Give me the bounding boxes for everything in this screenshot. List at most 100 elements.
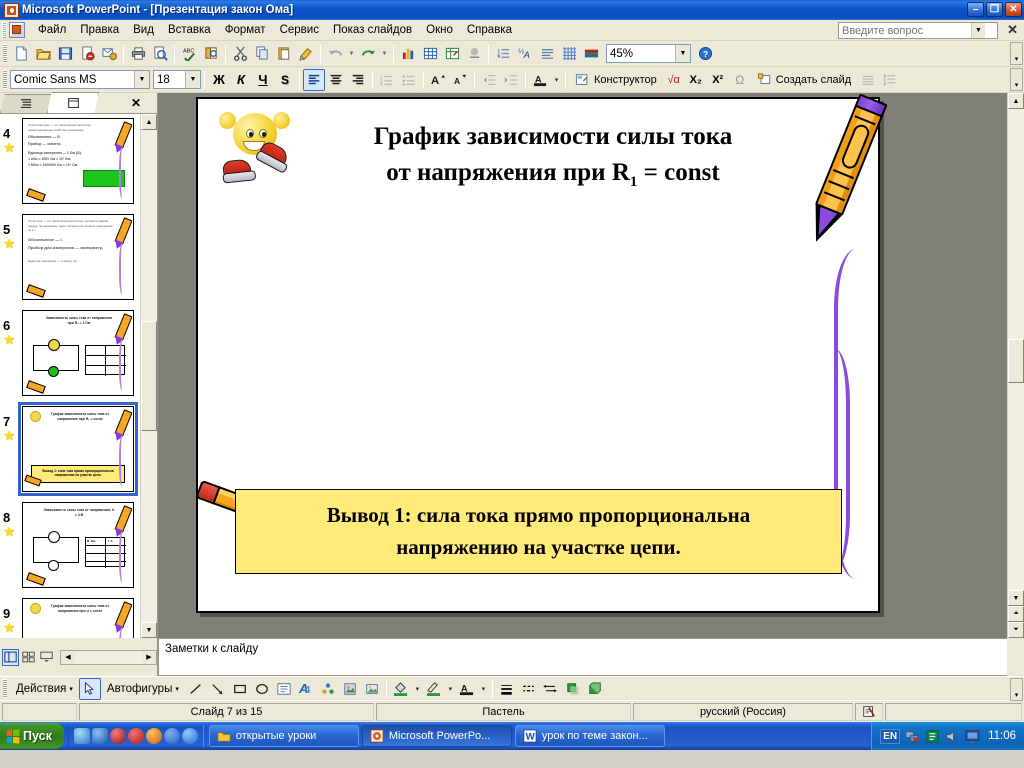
- dash-style-icon[interactable]: [518, 678, 540, 700]
- formatting-toolbar-grip[interactable]: [3, 70, 7, 89]
- text-box-tool-icon[interactable]: [273, 678, 295, 700]
- rectangle-tool-icon[interactable]: [229, 678, 251, 700]
- toolbar-options-button[interactable]: ▾: [1010, 42, 1023, 65]
- align-text-button[interactable]: [857, 69, 879, 91]
- line-color-icon[interactable]: [423, 678, 445, 700]
- start-button[interactable]: Пуск: [0, 723, 64, 749]
- list-item[interactable]: 5 ⭐ Сила тока — это физическая величина,…: [0, 214, 140, 309]
- formula-button[interactable]: √α: [663, 69, 685, 91]
- notes-scrollbar[interactable]: [1007, 638, 1024, 676]
- taskbar-window-folder[interactable]: открытые уроки: [208, 725, 359, 747]
- horizontal-scrollbar[interactable]: ◀ ▶: [60, 649, 157, 665]
- slide-thumbnail[interactable]: Зависимость силы тока от напряжения при …: [22, 310, 134, 396]
- drawing-toolbar-grip[interactable]: [3, 679, 7, 698]
- list-item[interactable]: 9 ⭐ График зависимости силы тока от напр…: [0, 598, 140, 638]
- color-grayscale-icon[interactable]: [580, 43, 602, 65]
- slide-title[interactable]: График зависимости силы тока от напряжен…: [303, 119, 803, 194]
- new-document-icon[interactable]: [10, 43, 32, 65]
- decrease-indent-button[interactable]: [478, 69, 500, 91]
- line-color-dropdown[interactable]: ▾: [445, 678, 456, 700]
- drawing-toolbar-options[interactable]: ▾: [1010, 678, 1023, 701]
- decrease-font-size-button[interactable]: A: [449, 69, 471, 91]
- align-right-button[interactable]: [347, 69, 369, 91]
- research-icon[interactable]: [200, 43, 222, 65]
- save-icon[interactable]: [54, 43, 76, 65]
- line-tool-icon[interactable]: [185, 678, 207, 700]
- clipboard-icon[interactable]: [925, 729, 940, 744]
- thumbnail-scrollbar[interactable]: ▲ ▼: [140, 114, 157, 638]
- insert-spreadsheet-icon[interactable]: [441, 43, 463, 65]
- menu-item-view[interactable]: Вид: [126, 21, 161, 39]
- increase-indent-button[interactable]: [500, 69, 522, 91]
- menu-grip[interactable]: [2, 22, 6, 38]
- align-left-button[interactable]: [303, 68, 325, 91]
- align-center-button[interactable]: [325, 69, 347, 91]
- language-indicator-tray[interactable]: EN: [880, 728, 901, 744]
- ask-a-question-box[interactable]: ▼: [838, 22, 998, 39]
- oval-tool-icon[interactable]: [251, 678, 273, 700]
- redo-icon[interactable]: [357, 43, 379, 65]
- wordart-icon[interactable]: A4: [295, 678, 317, 700]
- new-slide-button[interactable]: Создать слайд: [751, 69, 857, 91]
- shadow-style-icon[interactable]: [562, 678, 584, 700]
- slide-sorter-view-button[interactable]: [20, 649, 37, 666]
- language-indicator[interactable]: русский (Россия): [633, 702, 853, 721]
- list-item[interactable]: 6 ⭐ Зависимость силы тока от напряжения …: [0, 310, 140, 405]
- conclusion-textbox[interactable]: Вывод 1: сила тока прямо пропорциональна…: [235, 489, 842, 574]
- copy-icon[interactable]: [251, 43, 273, 65]
- menu-item-window[interactable]: Окно: [419, 21, 460, 39]
- tab-slides[interactable]: [47, 92, 99, 113]
- browser-icon-2[interactable]: [163, 728, 180, 744]
- scroll-left-button[interactable]: ◀: [61, 650, 75, 664]
- firefox-icon[interactable]: [145, 728, 162, 744]
- menu-item-help[interactable]: Справка: [460, 21, 519, 39]
- text-shadow-button[interactable]: S: [274, 69, 296, 91]
- menu-item-edit[interactable]: Правка: [73, 21, 126, 39]
- browser-icon-3[interactable]: [181, 728, 198, 744]
- fill-color-icon[interactable]: [390, 678, 412, 700]
- line-spacing-button[interactable]: [879, 69, 901, 91]
- chevron-down-icon[interactable]: ▼: [134, 71, 149, 88]
- taskbar-window-word[interactable]: W урок по теме закон...: [514, 725, 665, 747]
- undo-icon[interactable]: [324, 43, 346, 65]
- close-window-x-icon[interactable]: ✕: [1007, 23, 1018, 36]
- ask-a-question-input[interactable]: [839, 23, 971, 38]
- underline-button[interactable]: Ч: [252, 69, 274, 91]
- opera-icon[interactable]: [127, 728, 144, 744]
- close-pane-icon[interactable]: ✕: [131, 96, 141, 110]
- scroll-down-button[interactable]: ▼: [141, 622, 157, 638]
- spellcheck-status-icon[interactable]: [855, 702, 883, 721]
- font-color-icon[interactable]: A: [456, 678, 478, 700]
- insert-chart-icon[interactable]: [397, 43, 419, 65]
- show-desktop-icon[interactable]: [73, 728, 90, 744]
- scroll-track[interactable]: [141, 130, 157, 321]
- menu-item-tools[interactable]: Сервис: [273, 21, 326, 39]
- menu-item-file[interactable]: Файл: [31, 21, 73, 39]
- select-objects-icon[interactable]: [78, 677, 101, 700]
- menu-item-insert[interactable]: Вставка: [161, 21, 218, 39]
- list-item[interactable]: 8 ⭐ Зависимость силы тока от напряжения,…: [0, 502, 140, 597]
- bullets-button[interactable]: [398, 69, 420, 91]
- fill-color-dropdown[interactable]: ▾: [412, 678, 423, 700]
- menu-item-format[interactable]: Формат: [218, 21, 273, 39]
- scroll-down-button[interactable]: ▼: [1008, 590, 1024, 606]
- chevron-down-icon[interactable]: ▼: [185, 71, 200, 88]
- list-item[interactable]: 4 ⭐ Сопротивление — это физическая велич…: [0, 118, 140, 213]
- font-color-button[interactable]: A: [529, 69, 551, 91]
- increase-font-size-button[interactable]: A: [427, 69, 449, 91]
- display-icon[interactable]: [965, 729, 980, 744]
- scroll-right-button[interactable]: ▶: [142, 650, 156, 664]
- slide-editor[interactable]: График зависимости силы тока от напряжен…: [158, 93, 1007, 638]
- internet-explorer-icon[interactable]: [91, 728, 108, 744]
- show-text-formatting-icon[interactable]: [536, 43, 558, 65]
- slide-vertical-scrollbar[interactable]: ▲ ▼ ⏶ ⏷: [1007, 93, 1024, 638]
- slide-thumbnail[interactable]: График зависимости силы тока от напряжен…: [22, 598, 134, 638]
- design-button[interactable]: Конструктор: [569, 69, 663, 91]
- notes-pane[interactable]: Заметки к слайду: [158, 638, 1007, 676]
- next-slide-button[interactable]: ⏷: [1008, 622, 1024, 638]
- subscript-button[interactable]: X₂: [685, 69, 707, 91]
- arrow-tool-icon[interactable]: [207, 678, 229, 700]
- zoom-combo[interactable]: 45% ▼: [606, 44, 691, 63]
- spelling-check-icon[interactable]: ABC: [178, 43, 200, 65]
- scroll-up-button[interactable]: ▲: [1008, 93, 1024, 109]
